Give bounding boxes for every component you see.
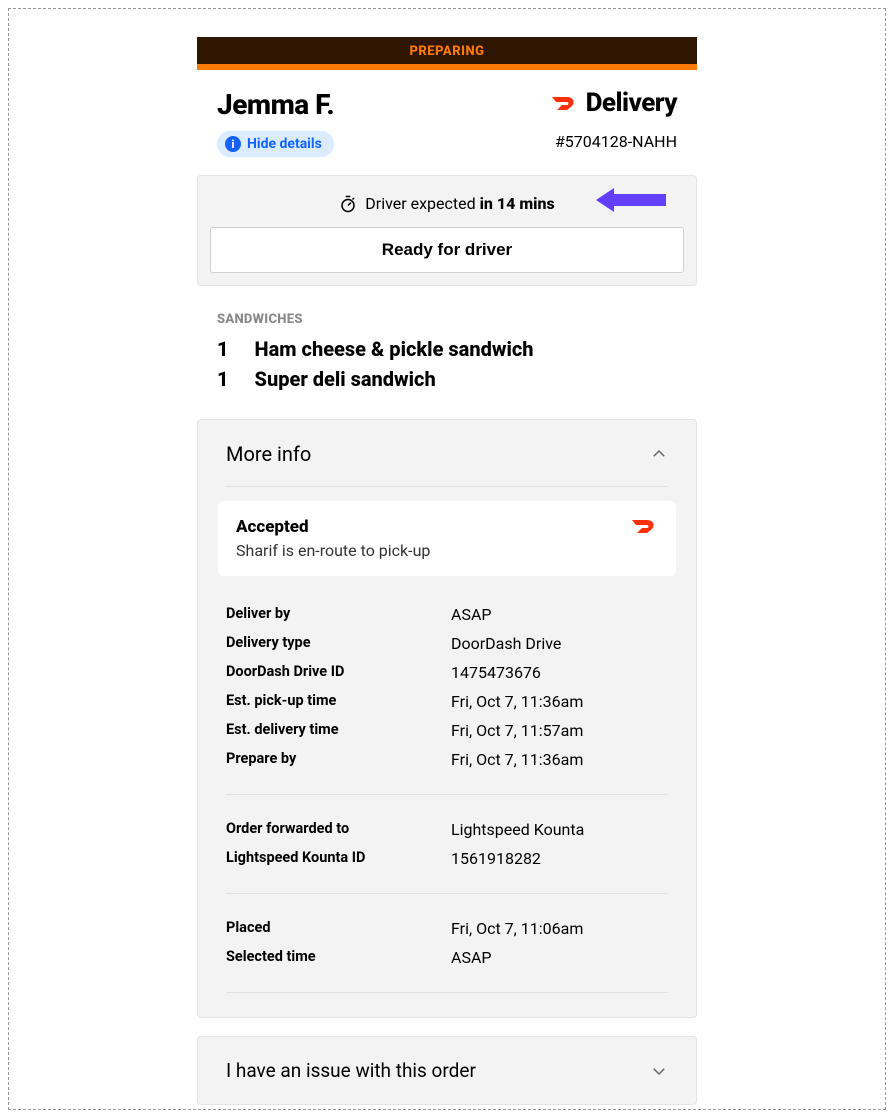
- info-label: Prepare by: [226, 750, 451, 769]
- item-name: Ham cheese & pickle sandwich: [255, 337, 534, 361]
- delivery-title: Delivery: [586, 88, 677, 118]
- table-row: Selected timeASAP: [226, 943, 668, 972]
- info-group-3: PlacedFri, Oct 7, 11:06am Selected timeA…: [198, 908, 696, 978]
- status-label: PREPARING: [197, 37, 697, 64]
- more-info-label: More info: [226, 442, 311, 466]
- ready-for-driver-button[interactable]: Ready for driver: [210, 227, 684, 273]
- info-label: Placed: [226, 919, 451, 938]
- accepted-subtitle: Sharif is en-route to pick-up: [236, 541, 430, 560]
- issue-toggle[interactable]: I have an issue with this order: [197, 1036, 697, 1105]
- info-group-2: Order forwarded toLightspeed Kounta Ligh…: [198, 809, 696, 879]
- info-value: Fri, Oct 7, 11:36am: [451, 692, 583, 711]
- doordash-icon: [550, 94, 578, 112]
- list-item: 1 Ham cheese & pickle sandwich: [217, 337, 677, 361]
- more-info-toggle[interactable]: More info: [198, 420, 696, 486]
- eta-card: Driver expected in 14 mins Ready for dri…: [197, 175, 697, 286]
- more-info-card: More info Accepted Sharif is en-route to…: [197, 419, 697, 1018]
- info-value: Fri, Oct 7, 11:57am: [451, 721, 583, 740]
- doordash-icon: [630, 517, 658, 535]
- divider: [226, 794, 668, 795]
- info-value: Lightspeed Kounta: [451, 820, 584, 839]
- info-icon: i: [225, 136, 241, 152]
- delivery-block: Delivery #5704128-NAHH: [550, 88, 677, 151]
- customer-name: Jemma F.: [217, 88, 334, 121]
- info-label: Delivery type: [226, 634, 451, 653]
- chevron-down-icon: [650, 1062, 668, 1080]
- accepted-title: Accepted: [236, 517, 430, 537]
- item-qty: 1: [217, 367, 229, 391]
- item-qty: 1: [217, 337, 229, 361]
- info-label: Deliver by: [226, 605, 451, 624]
- table-row: Lightspeed Kounta ID1561918282: [226, 844, 668, 873]
- table-row: Est. delivery timeFri, Oct 7, 11:57am: [226, 716, 668, 745]
- divider: [226, 992, 668, 993]
- order-number: #5704128-NAHH: [550, 132, 677, 151]
- info-value: ASAP: [451, 605, 491, 624]
- stopwatch-icon: [339, 195, 357, 213]
- table-row: Order forwarded toLightspeed Kounta: [226, 815, 668, 844]
- info-label: Selected time: [226, 948, 451, 967]
- info-label: Est. delivery time: [226, 721, 451, 740]
- table-row: Prepare byFri, Oct 7, 11:36am: [226, 745, 668, 774]
- table-row: PlacedFri, Oct 7, 11:06am: [226, 914, 668, 943]
- info-label: Est. pick-up time: [226, 692, 451, 711]
- divider: [226, 893, 668, 894]
- category-label: SANDWICHES: [217, 312, 677, 327]
- items-section: SANDWICHES 1 Ham cheese & pickle sandwic…: [197, 286, 697, 419]
- ready-for-driver-label: Ready for driver: [382, 240, 512, 259]
- info-value: Fri, Oct 7, 11:06am: [451, 919, 583, 938]
- eta-bold: in 14 mins: [480, 194, 555, 213]
- accepted-box: Accepted Sharif is en-route to pick-up: [218, 501, 676, 576]
- hide-details-label: Hide details: [247, 136, 322, 152]
- table-row: DoorDash Drive ID1475473676: [226, 658, 668, 687]
- info-value: Fri, Oct 7, 11:36am: [451, 750, 583, 769]
- info-value: 1561918282: [451, 849, 541, 868]
- list-item: 1 Super deli sandwich: [217, 367, 677, 391]
- info-value: ASAP: [451, 948, 491, 967]
- order-panel: PREPARING Jemma F. i Hide details Delive…: [197, 37, 697, 1105]
- divider: [226, 486, 668, 487]
- table-row: Est. pick-up timeFri, Oct 7, 11:36am: [226, 687, 668, 716]
- page-frame: PREPARING Jemma F. i Hide details Delive…: [8, 8, 886, 1110]
- eta-prefix: Driver expected: [365, 194, 479, 213]
- info-value: DoorDash Drive: [451, 634, 561, 653]
- hide-details-button[interactable]: i Hide details: [217, 131, 334, 157]
- info-value: 1475473676: [451, 663, 541, 682]
- status-bar: PREPARING: [197, 37, 697, 70]
- status-underline: [197, 64, 697, 70]
- info-label: DoorDash Drive ID: [226, 663, 451, 682]
- issue-label: I have an issue with this order: [226, 1059, 476, 1082]
- item-name: Super deli sandwich: [255, 367, 436, 391]
- info-label: Order forwarded to: [226, 820, 451, 839]
- annotation-arrow-icon: [596, 188, 666, 212]
- table-row: Delivery typeDoorDash Drive: [226, 629, 668, 658]
- info-label: Lightspeed Kounta ID: [226, 849, 451, 868]
- table-row: Deliver byASAP: [226, 600, 668, 629]
- info-group-1: Deliver byASAP Delivery typeDoorDash Dri…: [198, 594, 696, 780]
- customer-block: Jemma F. i Hide details: [217, 88, 334, 157]
- chevron-up-icon: [650, 445, 668, 463]
- order-header: Jemma F. i Hide details Delivery #570412…: [197, 70, 697, 169]
